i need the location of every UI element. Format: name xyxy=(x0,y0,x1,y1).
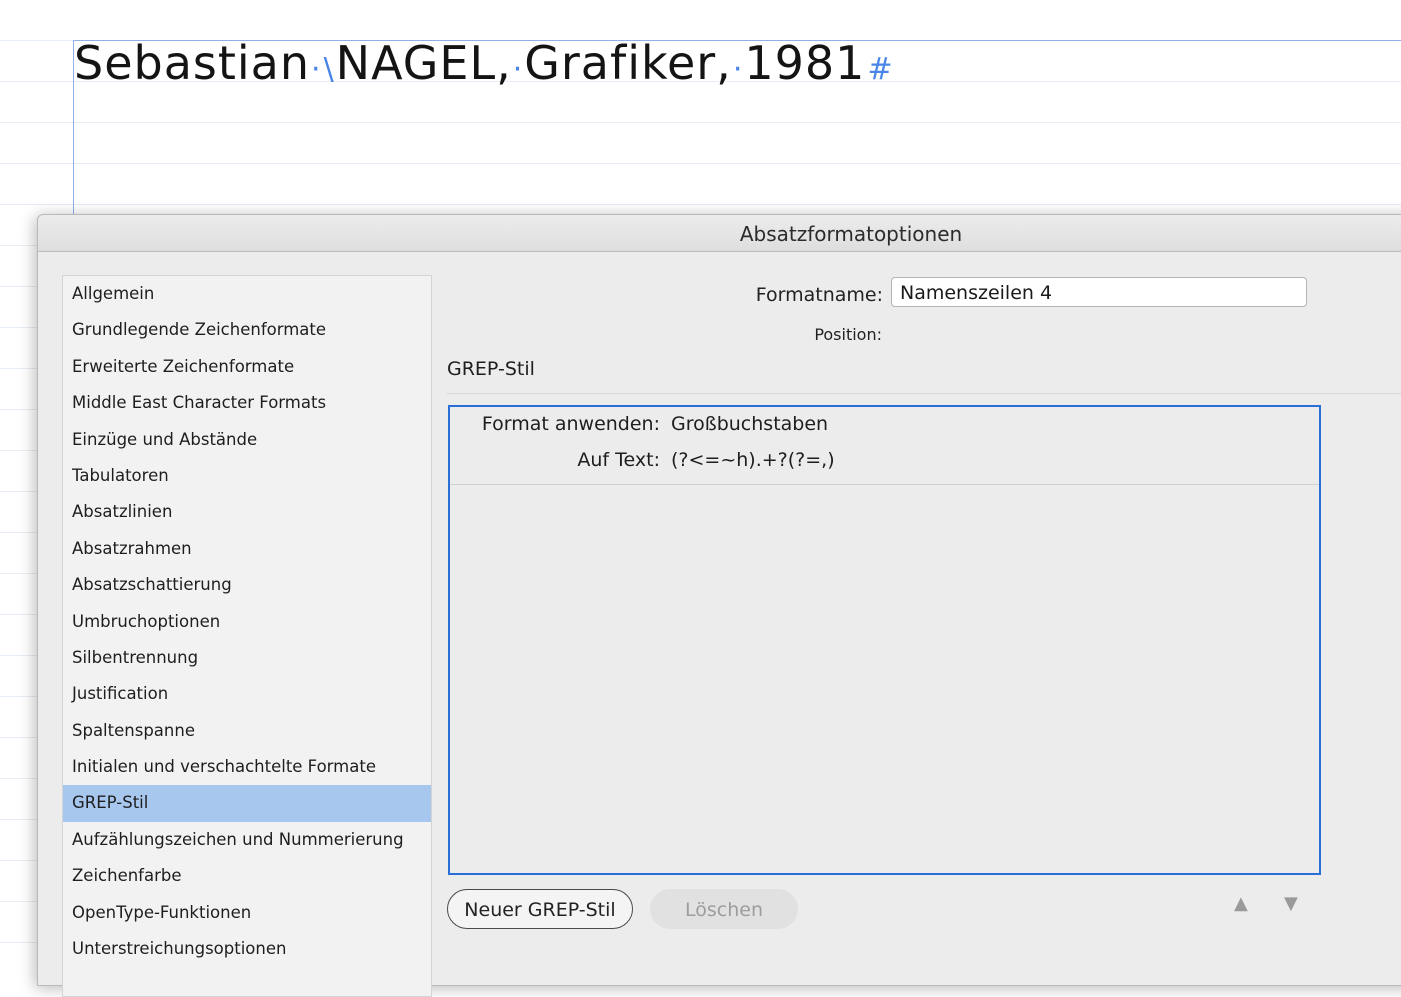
hidden-space-icon: · xyxy=(512,52,524,87)
sidebar-item-opentype-funktionen[interactable]: OpenType-Funktionen xyxy=(63,895,431,931)
sidebar-item-absatzrahmen[interactable]: Absatzrahmen xyxy=(63,531,431,567)
apply-format-value[interactable]: Großbuchstaben xyxy=(671,413,828,435)
sidebar-item-absatzschattierung[interactable]: Absatzschattierung xyxy=(63,567,431,603)
position-label: Position: xyxy=(814,325,882,344)
hidden-space-icon: · xyxy=(311,52,322,87)
sidebar-item-silbentrennung[interactable]: Silbentrennung xyxy=(63,640,431,676)
text-cursor-icon: \ xyxy=(323,52,335,87)
sidebar-item-middle-east-character-formats[interactable]: Middle East Character Formats xyxy=(63,385,431,421)
sidebar-item-grundlegende-zeichenformate[interactable]: Grundlegende Zeichenformate xyxy=(63,312,431,348)
move-down-icon[interactable]: ▼ xyxy=(1284,893,1298,914)
sidebar-item-grep-stil[interactable]: GREP-Stil xyxy=(63,785,431,822)
format-name-label: Formatname: xyxy=(755,284,883,306)
sidebar-item-unterstreichungsoptionen[interactable]: Unterstreichungsoptionen xyxy=(63,931,431,967)
sidebar-item-umbruchoptionen[interactable]: Umbruchoptionen xyxy=(63,604,431,640)
new-grep-style-button[interactable]: Neuer GREP-Stil xyxy=(447,889,633,929)
sidebar-item-allgemein[interactable]: Allgemein xyxy=(63,276,431,312)
sidebar-item-erweiterte-zeichenformate[interactable]: Erweiterte Zeichenformate xyxy=(63,349,431,385)
text-word: Grafiker, xyxy=(524,36,732,90)
to-text-value[interactable]: (?<=~h).+?(?=,) xyxy=(671,449,835,471)
grep-style-list[interactable]: Format anwenden: Großbuchstaben Auf Text… xyxy=(448,405,1321,875)
category-sidebar: Allgemein Grundlegende Zeichenformate Er… xyxy=(62,275,432,997)
move-up-icon[interactable]: ▲ xyxy=(1234,893,1248,914)
sidebar-item-einzuege-und-abstaende[interactable]: Einzüge und Abstände xyxy=(63,422,431,458)
sidebar-item-initialen-und-verschachtelte-formate[interactable]: Initialen und verschachtelte Formate xyxy=(63,749,431,785)
apply-format-label: Format anwenden: xyxy=(481,413,660,435)
sidebar-item-absatzlinien[interactable]: Absatzlinien xyxy=(63,494,431,530)
section-title: GREP-Stil xyxy=(447,358,535,380)
dialog-titlebar[interactable]: Absatzformatoptionen xyxy=(38,215,1401,252)
format-name-field[interactable]: Namenszeilen 4 xyxy=(891,277,1307,307)
sidebar-item-zeichenfarbe[interactable]: Zeichenfarbe xyxy=(63,858,431,894)
hidden-space-icon: · xyxy=(732,52,744,87)
paragraph-style-options-dialog: Absatzformatoptionen Allgemein Grundlege… xyxy=(37,214,1401,997)
sidebar-item-justification[interactable]: Justification xyxy=(63,676,431,712)
sidebar-item-tabulatoren[interactable]: Tabulatoren xyxy=(63,458,431,494)
grep-style-entry[interactable]: Format anwenden: Großbuchstaben Auf Text… xyxy=(450,407,1319,485)
sidebar-item-spaltenspanne[interactable]: Spaltenspanne xyxy=(63,713,431,749)
section-divider xyxy=(447,393,1401,394)
to-text-label: Auf Text: xyxy=(577,449,660,471)
text-word: NAGEL, xyxy=(335,36,512,90)
delete-button[interactable]: Löschen xyxy=(650,889,798,929)
document-text-line[interactable]: Sebastian·\NAGEL,·Grafiker,·1981# xyxy=(74,36,894,90)
dialog-title: Absatzformatoptionen xyxy=(739,222,963,246)
paragraph-end-icon: # xyxy=(867,52,894,87)
text-word: 1981 xyxy=(744,36,866,90)
sidebar-item-aufzaehlungszeichen-und-nummerierung[interactable]: Aufzählungszeichen und Nummerierung xyxy=(63,822,431,858)
text-word: Sebastian xyxy=(74,36,311,90)
